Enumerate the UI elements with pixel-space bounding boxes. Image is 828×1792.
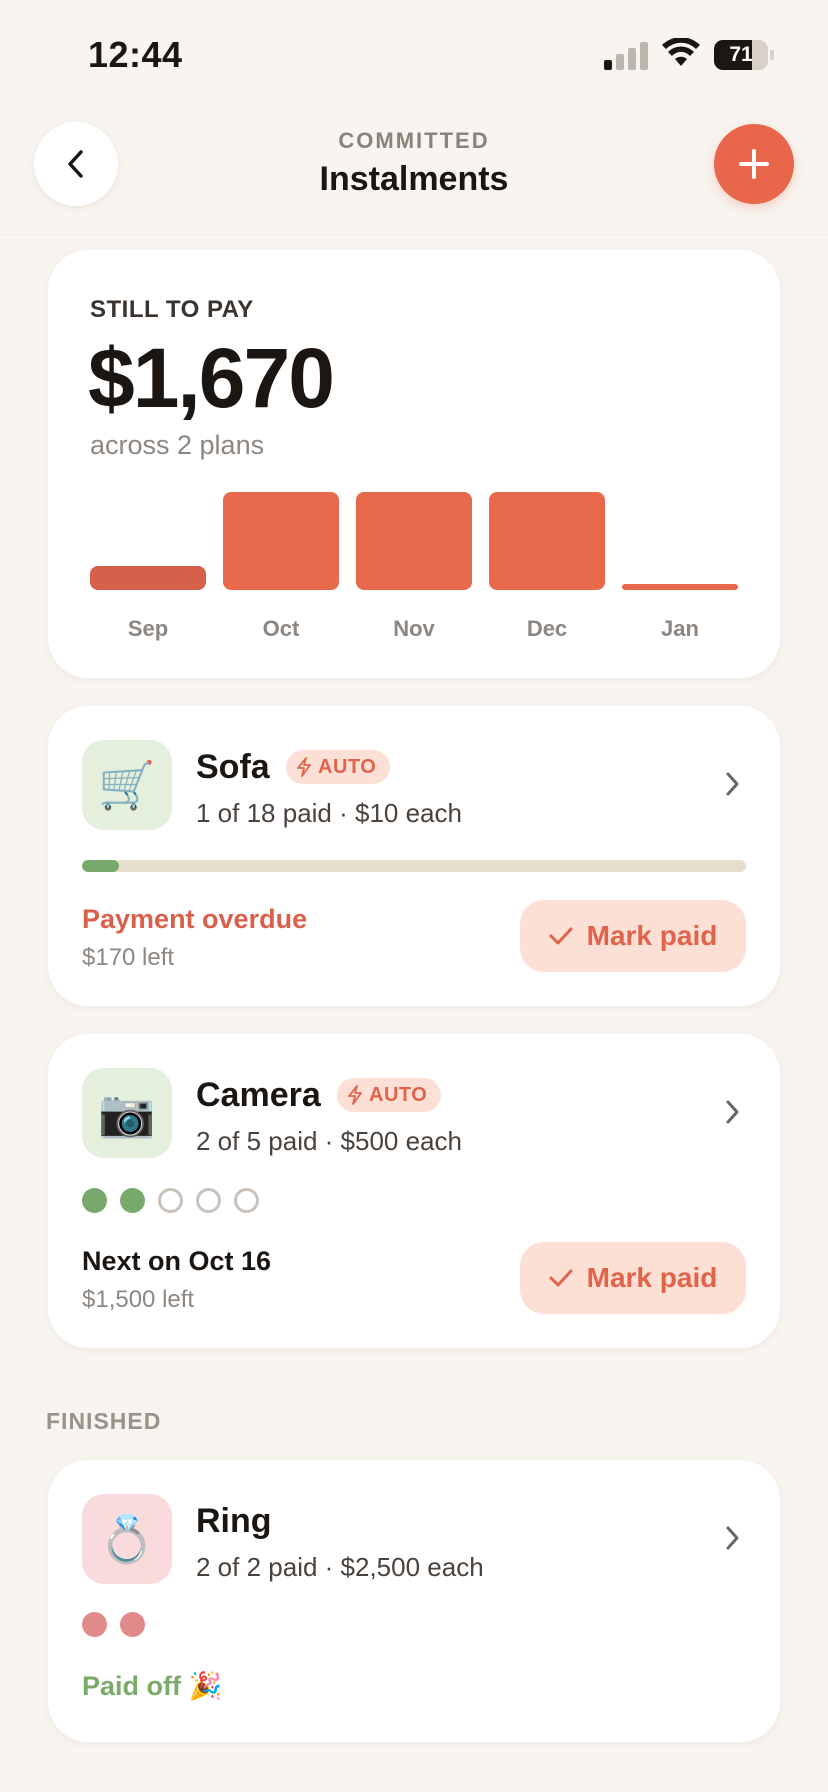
amount-left: $170 left (82, 944, 175, 971)
auto-badge: AUTO (337, 1078, 442, 1112)
auto-badge: AUTO (286, 750, 391, 784)
plan-progress-text: 2 of 2 paid · $2,500 each (196, 1552, 484, 1582)
chevron-right-icon (718, 1520, 748, 1556)
chart-bar-dec (489, 492, 605, 590)
plus-icon (739, 149, 769, 179)
still-to-pay-amount: $1,670 (88, 331, 335, 425)
mark-paid-button[interactable]: Mark paid (520, 1242, 746, 1314)
still-to-pay-label: STILL TO PAY (90, 296, 254, 323)
header-divider (0, 234, 828, 235)
plan-card-ring[interactable]: 💍 Ring 2 of 2 paid · $2,500 each Paid of… (48, 1460, 780, 1742)
checkmark-icon (549, 1269, 573, 1287)
paid-dot (120, 1612, 145, 1637)
battery-percent: 71 (729, 43, 753, 66)
chart-bar-jan (622, 584, 738, 590)
payment-progress-bar (82, 860, 746, 872)
plans-count-text: across 2 plans (90, 430, 265, 460)
ring-icon: 💍 (82, 1494, 172, 1584)
lightning-icon (348, 1085, 362, 1105)
page-overline: COMMITTED (338, 128, 490, 153)
plan-card-camera[interactable]: 📷 Camera AUTO 2 of 5 paid · $500 each Ne… (48, 1034, 780, 1348)
finished-section-label: FINISHED (46, 1408, 162, 1434)
camera-icon: 📷 (82, 1068, 172, 1158)
chart-month-label: Sep (127, 616, 169, 641)
wifi-icon (662, 38, 700, 66)
chart-bar-oct (223, 492, 339, 590)
unpaid-dot (158, 1188, 183, 1213)
chart-month-label: Jan (661, 616, 699, 641)
chart-month-label: Dec (526, 616, 568, 641)
paid-dot (120, 1188, 145, 1213)
payment-progress-fill (82, 860, 120, 872)
checkmark-icon (549, 927, 573, 945)
chart-bar-nov (356, 492, 472, 590)
cellular-signal-icon (604, 42, 648, 70)
amount-left: $1,500 left (82, 1286, 195, 1313)
page-title: Instalments (319, 160, 509, 198)
payment-dots (82, 1612, 145, 1637)
lightning-icon (297, 757, 311, 777)
mark-paid-button[interactable]: Mark paid (520, 900, 746, 972)
chevron-right-icon (718, 766, 748, 802)
paid-dot (82, 1188, 107, 1213)
battery-icon: 71 (714, 40, 774, 70)
chevron-right-icon (718, 1094, 748, 1130)
plan-name: Ring (196, 1502, 272, 1540)
plan-name: Camera (196, 1076, 321, 1114)
plan-progress-text: 1 of 18 paid · $10 each (196, 798, 462, 828)
plan-card-sofa[interactable]: 🛒 Sofa AUTO 1 of 18 paid · $10 each Paym… (48, 706, 780, 1006)
next-payment-date: Next on Oct 16 (82, 1246, 272, 1276)
payment-status: Payment overdue (82, 904, 308, 934)
payment-dots (82, 1188, 259, 1213)
party-popper-icon: 🎉 (188, 1671, 223, 1701)
plan-name: Sofa (196, 748, 270, 786)
paid-off-status: Paid off 🎉 (82, 1671, 223, 1701)
shopping-cart-icon: 🛒 (82, 740, 172, 830)
status-bar: 12:44 71 (0, 0, 828, 100)
chart-bar-sep (90, 565, 206, 590)
monthly-payments-chart: Sep Oct Nov Dec Jan (90, 486, 740, 642)
unpaid-dot (234, 1188, 259, 1213)
summary-card: STILL TO PAY $1,670 across 2 plans Sep Oc… (48, 250, 780, 678)
chart-month-label: Nov (393, 616, 435, 641)
clock: 12:44 (88, 34, 183, 75)
unpaid-dot (196, 1188, 221, 1213)
add-plan-button[interactable] (714, 124, 794, 204)
plan-progress-text: 2 of 5 paid · $500 each (196, 1126, 462, 1156)
paid-dot (82, 1612, 107, 1637)
chart-month-label: Oct (262, 616, 300, 641)
